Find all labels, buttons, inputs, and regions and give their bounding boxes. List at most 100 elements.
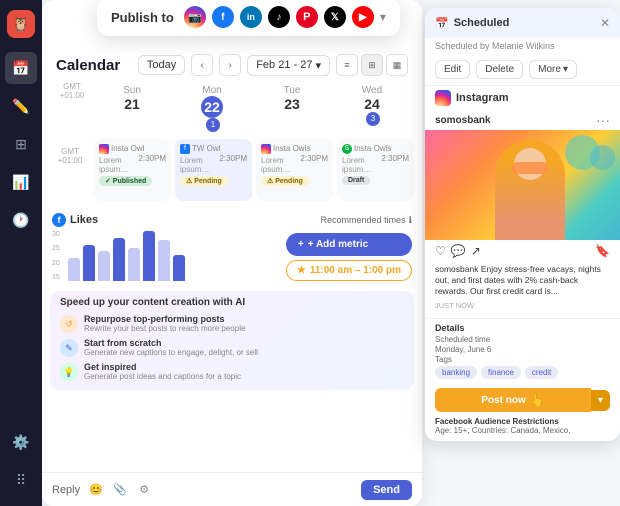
gif-button[interactable]: ⚙ xyxy=(134,480,154,500)
emoji-button[interactable]: 😊 xyxy=(86,480,106,500)
scheduled-title-row: 📅 Scheduled xyxy=(435,17,509,30)
publish-more-icon[interactable]: ▾ xyxy=(380,10,386,24)
scheduled-panel: 📅 Scheduled ✕ Scheduled by Melanie Wilki… xyxy=(425,8,620,441)
ai-item-1-desc: Rewrite your best posts to reach more pe… xyxy=(84,324,245,333)
reply-bar: Reply 😊 📎 ⚙ Send xyxy=(42,472,422,506)
grid-view-icon[interactable]: ⊞ xyxy=(361,54,383,76)
scratch-icon: ✎ xyxy=(60,339,78,357)
sidebar-item-clock[interactable]: 🕐 xyxy=(5,204,37,236)
gmt-header: GMT +01:00 xyxy=(52,82,92,135)
tag-finance[interactable]: finance xyxy=(481,366,521,379)
status-published-badge: ✓ Published xyxy=(99,176,152,186)
details-title: Details xyxy=(435,323,610,333)
tag-banking[interactable]: banking xyxy=(435,366,477,379)
chart-actions: + + Add metric ★ 11:00 am – 1:00 pm xyxy=(286,233,412,281)
bar-3 xyxy=(98,251,110,281)
account-name: somosbank xyxy=(435,115,491,126)
twitter-icon[interactable]: 𝕏 xyxy=(324,6,346,28)
ai-item-1[interactable]: ↺ Repurpose top-performing posts Rewrite… xyxy=(60,314,404,333)
day-header-mon: Mon 22 1 xyxy=(172,82,252,135)
post-wed[interactable]: SInsta Owls 2:30PM Lorem ipsum dolre... … xyxy=(337,139,414,201)
add-metric-button[interactable]: + + Add metric xyxy=(286,233,412,256)
status-draft-badge: Draft xyxy=(342,176,370,185)
bookmark-icon[interactable]: 🔖 xyxy=(595,244,610,258)
sched-calendar-icon: 📅 xyxy=(435,17,449,30)
send-button[interactable]: Send xyxy=(361,480,412,500)
instagram-section: Instagram xyxy=(425,85,620,110)
calendar-grid: GMT +01:00 Sun 21 Mon 22 1 Tue 23 Wed 24 xyxy=(42,82,422,201)
day-header-wed: Wed 24 3 xyxy=(332,82,412,135)
month-view-icon[interactable]: ▦ xyxy=(386,54,408,76)
ai-item-3[interactable]: 💡 Get inspired Generate post ideas and c… xyxy=(60,362,404,381)
days-header: GMT +01:00 Sun 21 Mon 22 1 Tue 23 Wed 24 xyxy=(50,82,414,135)
gmt-cell: GMT+01:00 xyxy=(50,139,90,201)
likes-header: f Likes Recommended times ℹ xyxy=(52,213,412,227)
preview-image xyxy=(425,130,620,240)
instagram-section-icon xyxy=(435,90,451,106)
status-pending-badge-2: ⚠ Pending xyxy=(261,176,309,186)
post-sun[interactable]: Insta Owl 2:30PM Lorem ipsum dolre... ✓ … xyxy=(94,139,171,201)
list-view-icon[interactable]: ≡ xyxy=(336,54,358,76)
comment-icon[interactable]: 💬 xyxy=(451,244,466,258)
sidebar-item-calendar[interactable]: 📅 xyxy=(5,52,37,84)
edit-button[interactable]: Edit xyxy=(435,60,470,79)
post-tue[interactable]: Insta Owls 2:30PM Lorem ipsum dolre... ⚠… xyxy=(256,139,333,201)
post-mon[interactable]: fTW Owl 2:30PM Lorem ipsum dolre... ⚠ Pe… xyxy=(175,139,252,201)
sidebar-logo[interactable]: 🦉 xyxy=(7,10,35,38)
bar-7 xyxy=(158,240,170,282)
bar-6 xyxy=(143,231,155,281)
ai-title: Speed up your content creation with AI xyxy=(60,297,404,308)
facebook-icon[interactable]: f xyxy=(212,6,234,28)
prev-arrow[interactable]: ‹ xyxy=(191,54,213,76)
calendar-title: Calendar xyxy=(56,57,120,74)
recommended-time-chip[interactable]: ★ 11:00 am – 1:00 pm xyxy=(286,260,412,281)
scheduled-by: Scheduled by Melanie Wilkins xyxy=(425,38,620,56)
tags-label: Tags xyxy=(435,355,610,364)
instagram-icon[interactable]: 📷 xyxy=(184,6,206,28)
bar-4 xyxy=(113,238,125,282)
ai-section: Speed up your content creation with AI ↺… xyxy=(50,291,414,390)
tag-credit[interactable]: credit xyxy=(525,366,559,379)
likes-title: f Likes xyxy=(52,213,98,227)
sidebar-item-apps[interactable]: ⠿ xyxy=(5,464,37,496)
inspired-icon: 💡 xyxy=(60,363,78,381)
next-arrow[interactable]: › xyxy=(219,54,241,76)
main-area: Publish to 📷 f in ♪ P 𝕏 ▶ ▾ Calendar Tod… xyxy=(42,0,620,506)
view-options: ≡ ⊞ ▦ xyxy=(336,54,408,76)
account-options[interactable]: ··· xyxy=(596,113,610,127)
more-button[interactable]: More ▾ xyxy=(529,60,577,79)
scheduled-title: Scheduled xyxy=(454,17,510,29)
person-glasses xyxy=(512,162,548,174)
preview-actions: ♡ 💬 ↗ 🔖 xyxy=(425,240,620,262)
close-button[interactable]: ✕ xyxy=(600,16,610,30)
ai-item-2[interactable]: ✎ Start from scratch Generate new captio… xyxy=(60,338,404,357)
chart-area: 30 25 20 15 + xyxy=(52,231,412,281)
instagram-section-label: Instagram xyxy=(456,92,509,104)
pinterest-icon[interactable]: P xyxy=(296,6,318,28)
recommended-times-label: Recommended times ℹ xyxy=(321,215,412,226)
sidebar-item-grid[interactable]: ⊞ xyxy=(5,128,37,160)
sidebar-item-compose[interactable]: ✏️ xyxy=(5,90,37,122)
heart-icon[interactable]: ♡ xyxy=(435,244,446,258)
sidebar: 🦉 📅 ✏️ ⊞ 📊 🕐 ⚙️ ⠿ xyxy=(0,0,42,506)
ai-item-3-desc: Generate post ideas and captions for a t… xyxy=(84,372,241,381)
attachment-button[interactable]: 📎 xyxy=(110,480,130,500)
post-now-dropdown[interactable]: ▾ xyxy=(591,390,610,411)
scheduled-time-value: Monday, June 6 xyxy=(435,345,610,354)
date-range-selector[interactable]: Feb 21 - 27 ▾ xyxy=(247,55,330,76)
tiktok-icon[interactable]: ♪ xyxy=(268,6,290,28)
post-now-button[interactable]: Post now 👆 xyxy=(435,388,591,412)
youtube-icon[interactable]: ▶ xyxy=(352,6,374,28)
sidebar-item-analytics[interactable]: 📊 xyxy=(5,166,37,198)
fb-likes-icon: f xyxy=(52,213,66,227)
fb-restrictions: Facebook Audience Restrictions Age: 15+;… xyxy=(425,417,620,441)
linkedin-icon[interactable]: in xyxy=(240,6,262,28)
ai-item-2-title: Start from scratch xyxy=(84,338,258,348)
share-icon[interactable]: ↗ xyxy=(471,244,481,258)
sidebar-item-settings[interactable]: ⚙️ xyxy=(5,426,37,458)
ai-item-3-title: Get inspired xyxy=(84,362,241,372)
preview-account: somosbank ··· xyxy=(425,110,620,130)
day-header-sun: Sun 21 xyxy=(92,82,172,135)
delete-button[interactable]: Delete xyxy=(476,60,523,79)
today-button[interactable]: Today xyxy=(138,55,185,75)
